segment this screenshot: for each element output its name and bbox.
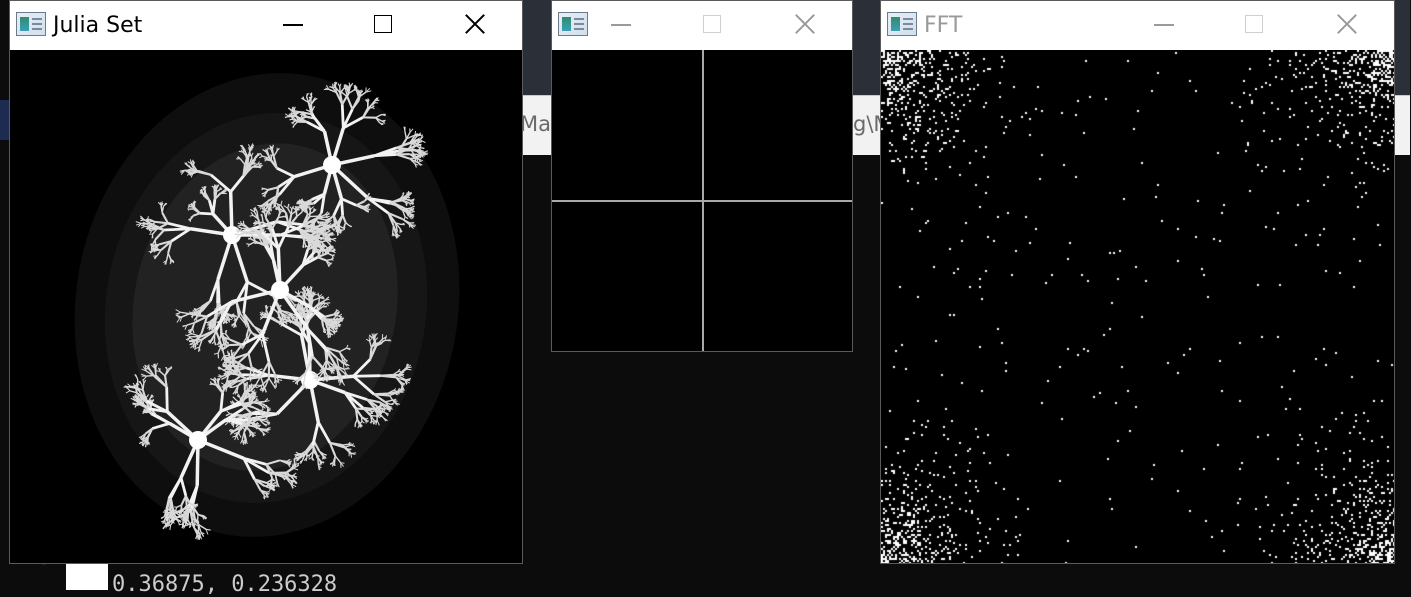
fft-window-title: FFT xyxy=(924,13,962,38)
crosshair-titlebar[interactable] xyxy=(552,1,852,50)
crosshair-horizontal-line xyxy=(552,200,852,202)
app-window-icon xyxy=(887,12,917,36)
julia-set-window[interactable]: Julia Set xyxy=(9,0,523,564)
close-icon[interactable] xyxy=(782,1,828,47)
fft-window[interactable]: FFT xyxy=(880,0,1395,564)
maximize-icon[interactable] xyxy=(360,1,406,47)
julia-canvas-area[interactable] xyxy=(10,50,522,563)
crosshair-window[interactable] xyxy=(551,0,853,352)
fft-titlebar[interactable]: FFT xyxy=(881,1,1394,50)
fft-canvas-area[interactable] xyxy=(881,50,1394,563)
crosshair-canvas-area[interactable] xyxy=(552,50,852,351)
minimize-icon[interactable] xyxy=(270,1,316,47)
fft-spectrum xyxy=(881,50,1394,563)
maximize-icon[interactable] xyxy=(689,1,735,47)
minimize-icon[interactable] xyxy=(1141,1,1187,47)
julia-fractal xyxy=(10,50,522,563)
app-window-icon xyxy=(16,12,46,36)
console-gutter xyxy=(66,560,108,590)
console-line-2: 0.36875, 0.236328 xyxy=(112,572,337,597)
julia-titlebar[interactable]: Julia Set xyxy=(10,1,522,50)
maximize-icon[interactable] xyxy=(1231,1,1277,47)
julia-window-title: Julia Set xyxy=(53,13,142,38)
close-icon[interactable] xyxy=(452,1,498,47)
close-icon[interactable] xyxy=(1324,1,1370,47)
app-window-icon xyxy=(558,12,588,36)
minimize-icon[interactable] xyxy=(598,1,644,47)
